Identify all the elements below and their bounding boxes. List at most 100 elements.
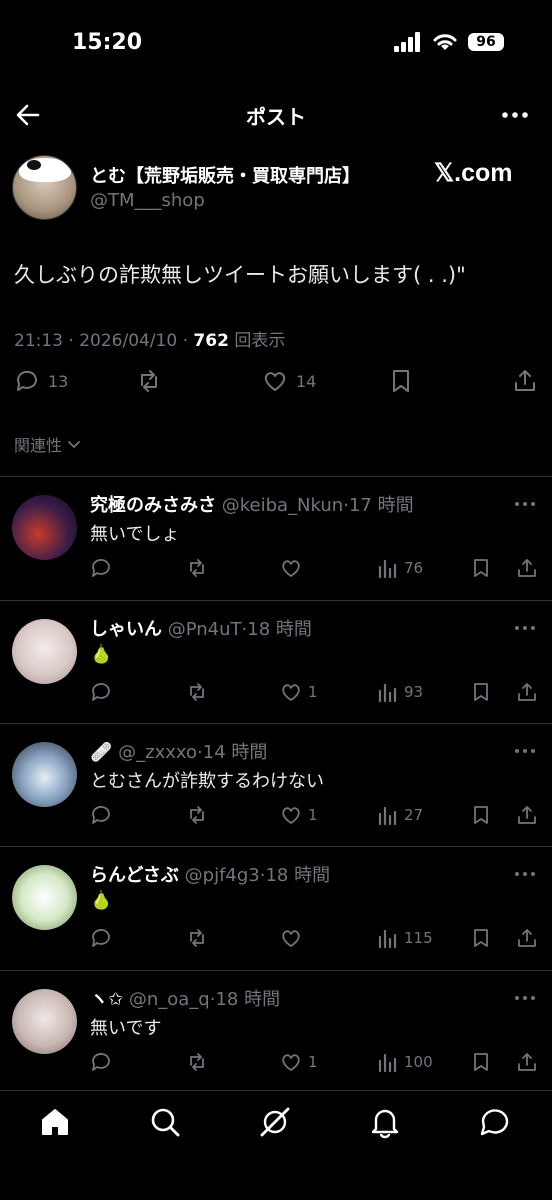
reply-avatar[interactable] bbox=[12, 495, 77, 560]
share-button[interactable] bbox=[516, 804, 538, 826]
reply-item[interactable]: しゃいん @Pn4uT·18 時間 🍐 1 93 bbox=[0, 601, 552, 724]
reply-text: とむさんが詐欺するわけない bbox=[90, 771, 324, 792]
bookmark-icon bbox=[474, 1053, 488, 1071]
reply-item[interactable]: 究極のみさみさ @keiba_Nkun·17 時間 無いでしょ 76 bbox=[0, 477, 552, 600]
heart-icon bbox=[282, 684, 300, 701]
reply-time: 14 時間 bbox=[202, 742, 268, 763]
bookmark-button[interactable] bbox=[470, 557, 492, 579]
bookmark-button[interactable] bbox=[470, 681, 492, 703]
reply-button[interactable] bbox=[90, 681, 112, 703]
bookmark-button[interactable] bbox=[470, 804, 492, 826]
author-avatar[interactable] bbox=[12, 155, 77, 220]
bookmark-icon bbox=[474, 559, 488, 577]
share-icon bbox=[515, 370, 535, 391]
home-icon bbox=[42, 1109, 68, 1135]
tab-grok[interactable] bbox=[258, 1105, 292, 1139]
like-button[interactable]: 1 bbox=[280, 804, 318, 826]
reply-text: 無いです bbox=[90, 1018, 162, 1039]
tab-notifications[interactable] bbox=[368, 1105, 402, 1139]
reply-name[interactable]: 究極のみさみさ bbox=[90, 495, 216, 516]
bookmark-icon bbox=[474, 683, 488, 701]
messages-icon bbox=[480, 1109, 509, 1136]
reply-item[interactable]: 🩹 @_zxxxo·14 時間 とむさんが詐欺するわけない 1 27 bbox=[0, 724, 552, 847]
reply-button[interactable] bbox=[90, 927, 112, 949]
repost-button[interactable] bbox=[186, 927, 208, 949]
reply-handle[interactable]: @keiba_Nkun bbox=[222, 495, 343, 516]
reply-handle[interactable]: @Pn4uT bbox=[168, 619, 242, 640]
repost-icon bbox=[190, 683, 204, 701]
ellipsis-icon[interactable] bbox=[514, 993, 536, 1003]
post-views: 762 bbox=[193, 331, 229, 351]
views-button[interactable]: 115 bbox=[376, 927, 433, 949]
share-button[interactable] bbox=[512, 368, 538, 394]
reply-name[interactable]: しゃいん bbox=[90, 619, 162, 640]
search-icon bbox=[151, 1108, 180, 1137]
reply-button[interactable]: 13 bbox=[14, 368, 68, 394]
like-count: 1 bbox=[308, 806, 318, 824]
post-time: 21:13 bbox=[14, 331, 63, 351]
repost-button[interactable] bbox=[186, 1051, 208, 1073]
tab-messages[interactable] bbox=[478, 1105, 512, 1139]
heart-icon bbox=[282, 807, 300, 824]
reply-avatar[interactable] bbox=[12, 865, 77, 930]
repost-button[interactable] bbox=[136, 368, 162, 394]
share-button[interactable] bbox=[516, 1051, 538, 1073]
bookmark-icon bbox=[393, 370, 409, 392]
sort-label: 関連性 bbox=[14, 436, 63, 455]
more-button[interactable] bbox=[500, 103, 530, 127]
like-button[interactable]: 1 bbox=[280, 681, 318, 703]
tab-search[interactable] bbox=[148, 1105, 182, 1139]
reply-handle[interactable]: @_zxxxo bbox=[118, 742, 197, 763]
ellipsis-icon[interactable] bbox=[514, 623, 536, 633]
tab-home[interactable] bbox=[38, 1105, 72, 1139]
bar-chart-icon bbox=[378, 1053, 397, 1073]
ellipsis-icon[interactable] bbox=[514, 746, 536, 756]
reply-time: 18 時間 bbox=[265, 865, 331, 886]
views-button[interactable]: 93 bbox=[376, 681, 423, 703]
like-button[interactable] bbox=[280, 557, 308, 579]
repost-button[interactable] bbox=[186, 804, 208, 826]
reply-icon bbox=[92, 1053, 110, 1071]
views-button[interactable]: 27 bbox=[376, 804, 423, 826]
bookmark-button[interactable] bbox=[470, 1051, 492, 1073]
views-button[interactable]: 100 bbox=[376, 1051, 433, 1073]
like-button[interactable] bbox=[280, 927, 308, 949]
bookmark-button[interactable] bbox=[388, 368, 414, 394]
author-handle[interactable]: @TM___shop bbox=[90, 190, 205, 211]
like-button[interactable]: 14 bbox=[262, 368, 316, 394]
reply-name[interactable]: 🩹 bbox=[90, 742, 112, 763]
ellipsis-icon[interactable] bbox=[514, 499, 536, 509]
bookmark-icon bbox=[474, 806, 488, 824]
share-button[interactable] bbox=[516, 681, 538, 703]
reply-name[interactable]: ヽ✩ bbox=[90, 989, 123, 1010]
reply-handle[interactable]: @pjf4g3 bbox=[185, 865, 260, 886]
author-name[interactable]: とむ【荒野垢販売・買取専門店】 bbox=[90, 162, 360, 188]
sort-selector[interactable]: 関連性 bbox=[14, 432, 82, 456]
reply-item[interactable]: ヽ✩ @n_oa_q·18 時間 無いです 1 100 bbox=[0, 971, 552, 1094]
repost-icon bbox=[190, 559, 204, 577]
share-button[interactable] bbox=[516, 557, 538, 579]
repost-button[interactable] bbox=[186, 557, 208, 579]
reply-avatar[interactable] bbox=[12, 742, 77, 807]
views-button[interactable]: 76 bbox=[376, 557, 423, 579]
view-count: 93 bbox=[404, 683, 424, 701]
bookmark-button[interactable] bbox=[470, 927, 492, 949]
post-views-label: 回表示 bbox=[234, 331, 286, 351]
reply-avatar[interactable] bbox=[12, 989, 77, 1054]
reply-button[interactable] bbox=[90, 557, 112, 579]
reply-time: 18 時間 bbox=[247, 619, 312, 640]
reply-button[interactable] bbox=[90, 804, 112, 826]
reply-handle[interactable]: @n_oa_q bbox=[129, 989, 210, 1010]
signal-icon bbox=[394, 32, 420, 52]
view-count: 27 bbox=[404, 806, 424, 824]
page-title: ポスト bbox=[246, 105, 306, 129]
reply-button[interactable] bbox=[90, 1051, 112, 1073]
notifications-icon bbox=[371, 1109, 399, 1139]
reply-name[interactable]: らんどさぶ bbox=[90, 865, 179, 886]
like-button[interactable]: 1 bbox=[280, 1051, 318, 1073]
reply-item[interactable]: らんどさぶ @pjf4g3·18 時間 🍐 115 bbox=[0, 847, 552, 970]
ellipsis-icon[interactable] bbox=[514, 869, 536, 879]
reply-avatar[interactable] bbox=[12, 619, 77, 684]
repost-button[interactable] bbox=[186, 681, 208, 703]
share-button[interactable] bbox=[516, 927, 538, 949]
